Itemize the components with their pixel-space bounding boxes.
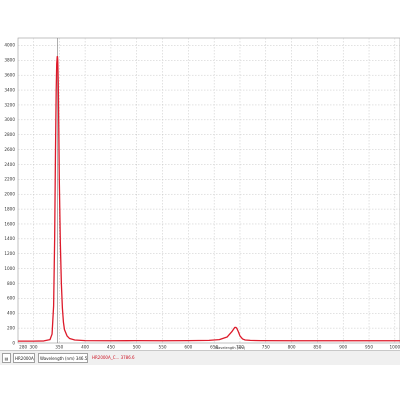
y-tick-label: 400 [7, 311, 15, 316]
x-tick-label: 600 [184, 345, 192, 350]
x-tick-label: 450 [107, 345, 115, 350]
y-tick-label: 1800 [4, 206, 15, 211]
y-tick-label: 2800 [4, 132, 15, 137]
x-tick-label: 550 [159, 345, 167, 350]
y-tick-label: 3600 [4, 72, 15, 77]
y-tick-label: 1000 [4, 266, 15, 271]
wavelength-field[interactable]: Wavelength (nm) 346.5 [38, 353, 88, 363]
y-tick-label: 2000 [4, 192, 15, 197]
status-bar: ▤ HR2000A_C... Wavelength (nm) 346.5 HR2… [0, 350, 400, 365]
y-tick-label: 3800 [4, 58, 15, 63]
y-tick-label: 0 [12, 340, 15, 345]
y-tick-label: 3000 [4, 117, 15, 122]
x-tick-label: 800 [288, 345, 296, 350]
x-tick-label: 750 [262, 345, 270, 350]
y-tick-label: 1200 [4, 251, 15, 256]
x-tick-label: 850 [313, 345, 321, 350]
document-icon[interactable]: ▤ [2, 353, 11, 363]
x-tick-label: 500 [133, 345, 141, 350]
y-tick-label: 3400 [4, 87, 15, 92]
y-tick-label: 1400 [4, 236, 15, 241]
spectrum-chart: 0 200 400 600 800 1000 1200 1400 1600 1800 2000 220… [4, 37, 400, 350]
y-tick-label: 2200 [4, 177, 15, 182]
y-tick-label: 800 [7, 281, 15, 286]
y-tick-label: 600 [7, 296, 15, 301]
series-field[interactable]: HR2000A_C... [13, 353, 35, 363]
x-tick-label: 300 [29, 345, 37, 350]
x-tick-label: 400 [81, 345, 89, 350]
x-tick-label: 350 [55, 345, 63, 350]
x-tick-label: 280 [19, 345, 27, 350]
y-tick-label: 200 [7, 325, 15, 330]
x-tick-label: 1000 [390, 345, 400, 350]
x-tick-label: 950 [365, 345, 373, 350]
y-tick-label: 2400 [4, 162, 15, 167]
app-window: 0 200 400 600 800 1000 1200 1400 1600 1800 2000 220… [0, 0, 400, 400]
y-tick-label: 1600 [4, 221, 15, 226]
plot-area [17, 37, 400, 344]
y-tick-label: 2600 [4, 147, 15, 152]
x-tick-label: 900 [339, 345, 347, 350]
cursor-readout: HR2000A_C... 3786.6 [92, 355, 135, 360]
y-tick-label: 3200 [4, 102, 15, 107]
y-tick-label: 4000 [4, 43, 15, 48]
